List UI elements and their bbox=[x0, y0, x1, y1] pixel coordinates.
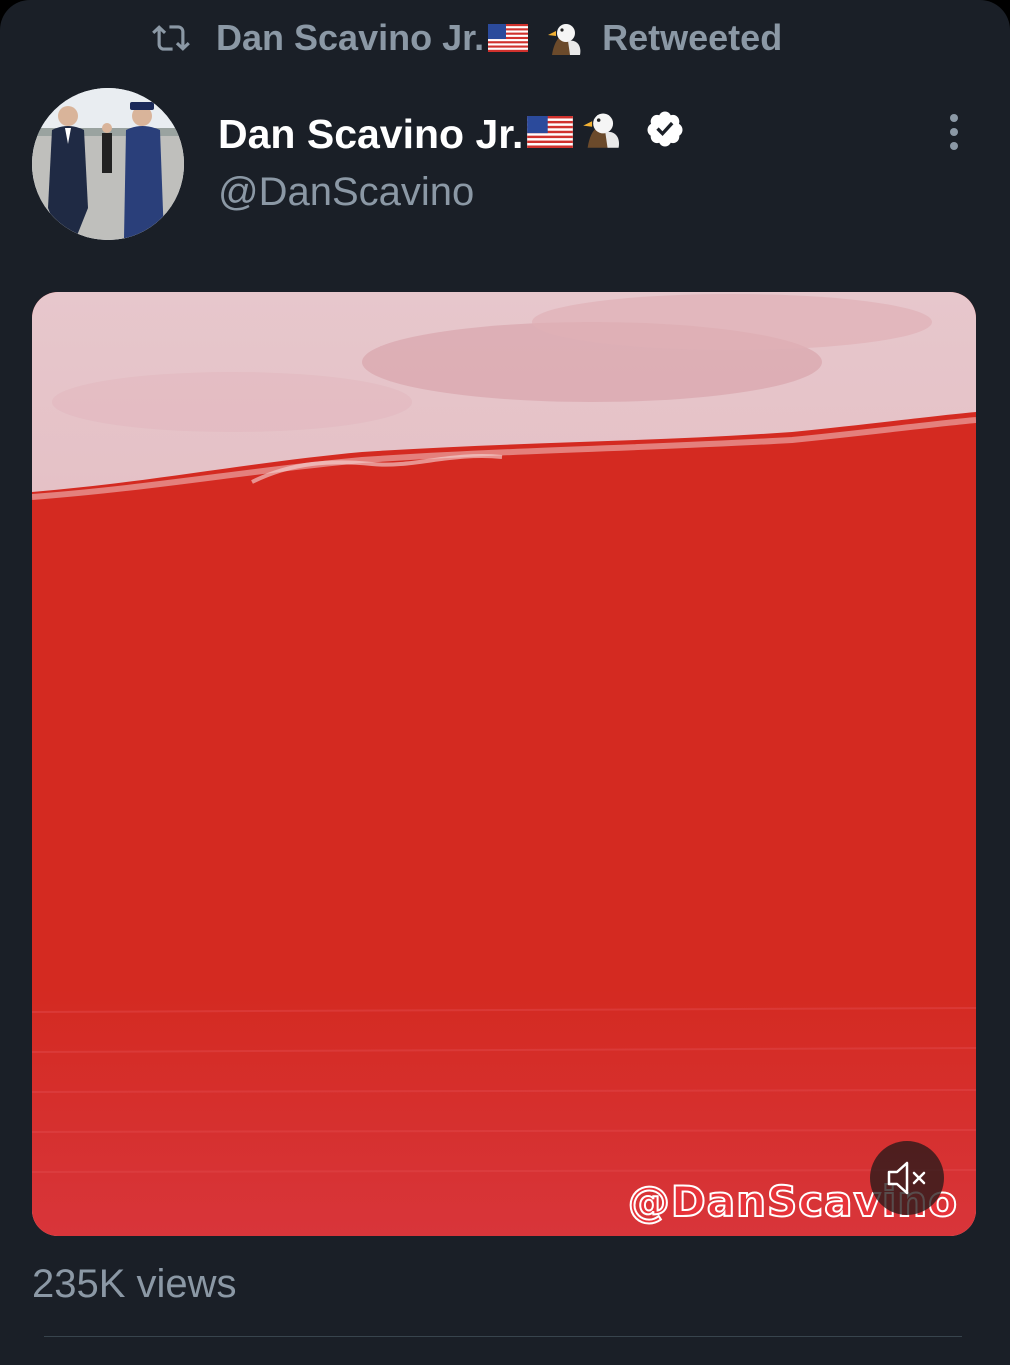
more-options-icon bbox=[950, 114, 958, 122]
retweet-icon bbox=[152, 25, 190, 51]
video-frame bbox=[32, 292, 976, 1236]
muted-speaker-icon bbox=[887, 1161, 926, 1195]
unmute-button[interactable] bbox=[870, 1141, 944, 1215]
tweet-card: Dan Scavino Jr. Retweeted Dan Scavino Jr… bbox=[0, 0, 1010, 1365]
us-flag-icon bbox=[488, 24, 529, 52]
view-count: 235K views bbox=[32, 1262, 237, 1306]
more-options-button[interactable] bbox=[934, 112, 974, 152]
eagle-icon bbox=[581, 110, 623, 158]
more-options-dot bbox=[950, 128, 958, 136]
avatar[interactable] bbox=[32, 88, 184, 240]
author-name[interactable]: Dan Scavino Jr. bbox=[218, 111, 523, 158]
verified-badge-icon bbox=[645, 109, 685, 159]
more-options-dot bbox=[950, 142, 958, 150]
author-handle[interactable]: @DanScavino bbox=[218, 170, 474, 215]
retweeter-name[interactable]: Dan Scavino Jr. bbox=[216, 17, 484, 59]
eagle-icon bbox=[546, 21, 584, 55]
divider bbox=[44, 1336, 962, 1337]
author-display-name[interactable]: Dan Scavino Jr. bbox=[218, 104, 685, 164]
retweet-context[interactable]: Dan Scavino Jr. Retweeted bbox=[152, 10, 782, 66]
us-flag-icon bbox=[527, 111, 574, 158]
tweet-video[interactable]: @DanScavino bbox=[32, 292, 976, 1236]
retweeted-label: Retweeted bbox=[602, 17, 783, 58]
